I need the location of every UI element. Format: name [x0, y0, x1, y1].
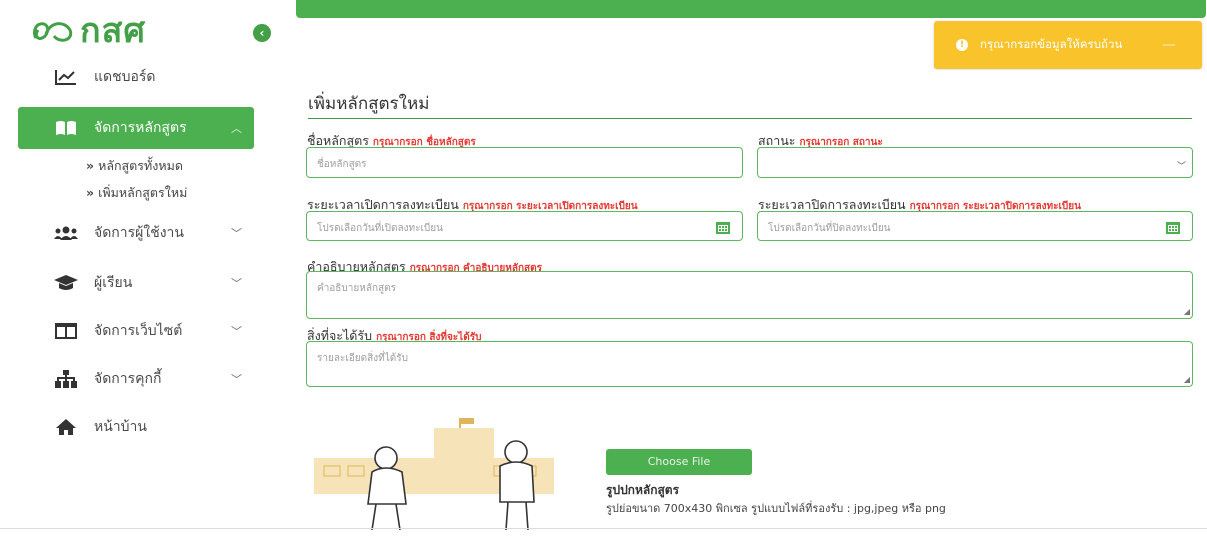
logo-text: กสศ — [80, 11, 146, 51]
course-name-placeholder: ชื่อหลักสูตร — [317, 159, 367, 170]
sidebar-item-home[interactable]: หน้าบ้าน — [18, 406, 254, 448]
reg-close-label-text: ระยะเวลาปิดการลงทะเบียน — [758, 197, 906, 212]
page-bottom-divider — [0, 528, 1207, 529]
course-name-input[interactable]: ชื่อหลักสูตร — [306, 147, 743, 178]
sidebar-item-label: จัดการหลักสูตร — [94, 120, 187, 136]
sidebar-item-learners[interactable]: ผู้เรียน ﹀ — [18, 262, 254, 304]
sidebar: กสศ ‹ แดชบอร์ด จัดการหลักสูตร ︿ » หลักสูต… — [0, 0, 271, 540]
sidebar-subitem-label: หลักสูตรทั้งหมด — [98, 158, 183, 173]
double-chevron-icon: » — [86, 158, 95, 173]
users-icon — [52, 225, 80, 241]
graduation-cap-icon — [52, 275, 80, 291]
sidebar-item-label: ผู้เรียน — [94, 275, 133, 291]
status-select[interactable]: ﹀ — [757, 147, 1193, 178]
reg-open-label-text: ระยะเวลาเปิดการลงทะเบียน — [307, 197, 459, 212]
sidebar-subitem-label: เพิ่มหลักสูตรใหม่ — [98, 185, 188, 200]
sidebar-item-label: แดชบอร์ด — [94, 69, 156, 85]
page-title: เพิ่มหลักสูตรใหม่ — [308, 94, 430, 114]
description-textarea[interactable]: คำอธิบายหลักสูตร ◢ — [306, 271, 1193, 319]
chevron-up-icon: ︿ — [231, 122, 242, 135]
sidebar-item-cookies[interactable]: จัดการคุกกี้ ﹀ — [18, 358, 254, 400]
calendar-icon[interactable] — [1166, 220, 1180, 237]
benefits-placeholder: รายละเอียดสิ่งที่ได้รับ — [317, 353, 408, 364]
double-chevron-icon: » — [86, 185, 95, 200]
chevron-down-icon: ﹀ — [231, 277, 242, 290]
reg-open-date-input[interactable]: โปรดเลือกวันที่เปิดลงทะเบียน — [306, 211, 743, 241]
sitemap-icon — [52, 370, 80, 388]
warning-toast[interactable]: ! กรุณากรอกข้อมูลให้ครบถ้วน — — [934, 21, 1202, 69]
sidebar-item-dashboard[interactable]: แดชบอร์ด — [18, 56, 254, 98]
resize-handle-icon[interactable]: ◢ — [1184, 375, 1190, 384]
toast-message: กรุณากรอกข้อมูลให้ครบถ้วน — [980, 37, 1123, 51]
top-header-bar — [296, 0, 1206, 18]
sidebar-item-label: จัดการคุกกี้ — [94, 371, 162, 387]
sidebar-item-website[interactable]: จัดการเว็บไซต์ ﹀ — [18, 310, 254, 352]
course-cover-preview-image — [314, 418, 574, 534]
chevron-down-icon: ﹀ — [231, 325, 242, 338]
status-label-text: สถานะ — [758, 133, 796, 148]
sidebar-collapse-button[interactable]: ‹ — [253, 24, 271, 42]
home-icon — [52, 418, 80, 436]
choose-file-button[interactable]: Choose File — [606, 449, 752, 475]
reg-open-placeholder: โปรดเลือกวันที่เปิดลงทะเบียน — [317, 223, 443, 234]
sidebar-item-label: จัดการเว็บไซต์ — [94, 323, 183, 339]
brand-logo[interactable]: กสศ — [30, 6, 146, 54]
columns-icon — [52, 323, 80, 339]
chart-line-icon — [52, 69, 80, 85]
sidebar-item-label: หน้าบ้าน — [94, 419, 147, 435]
sidebar-item-users[interactable]: จัดการผู้ใช้งาน ﹀ — [18, 212, 254, 254]
cover-image-title: รูปปกหลักสูตร — [606, 483, 680, 497]
reg-close-date-input[interactable]: โปรดเลือกวันที่ปิดลงทะเบียน — [757, 211, 1193, 241]
sidebar-subitem-all-courses[interactable]: » หลักสูตรทั้งหมด — [86, 156, 183, 176]
sidebar-item-courses[interactable]: จัดการหลักสูตร ︿ — [18, 107, 254, 149]
chevron-down-icon: ﹀ — [1176, 162, 1186, 172]
description-placeholder: คำอธิบายหลักสูตร — [317, 283, 396, 294]
logo-icon — [32, 22, 73, 42]
resize-handle-icon[interactable]: ◢ — [1184, 307, 1190, 316]
calendar-icon[interactable] — [716, 220, 730, 237]
close-icon[interactable]: — — [1162, 37, 1176, 53]
sidebar-item-label: จัดการผู้ใช้งาน — [94, 225, 184, 241]
sidebar-subitem-add-course[interactable]: » เพิ่มหลักสูตรใหม่ — [86, 183, 187, 203]
chevron-down-icon: ﹀ — [231, 227, 242, 240]
title-divider — [308, 118, 1192, 119]
book-icon — [52, 120, 80, 136]
reg-close-placeholder: โปรดเลือกวันที่ปิดลงทะเบียน — [768, 223, 891, 234]
info-icon: ! — [956, 39, 968, 51]
chevron-down-icon: ﹀ — [231, 373, 242, 386]
course-name-label-text: ชื่อหลักสูตร — [307, 133, 369, 148]
cover-image-hint: รูปย่อขนาด 700x430 พิกเซล รูปแบบไฟล์ที่ร… — [606, 502, 946, 515]
benefits-textarea[interactable]: รายละเอียดสิ่งที่ได้รับ ◢ — [306, 341, 1193, 387]
